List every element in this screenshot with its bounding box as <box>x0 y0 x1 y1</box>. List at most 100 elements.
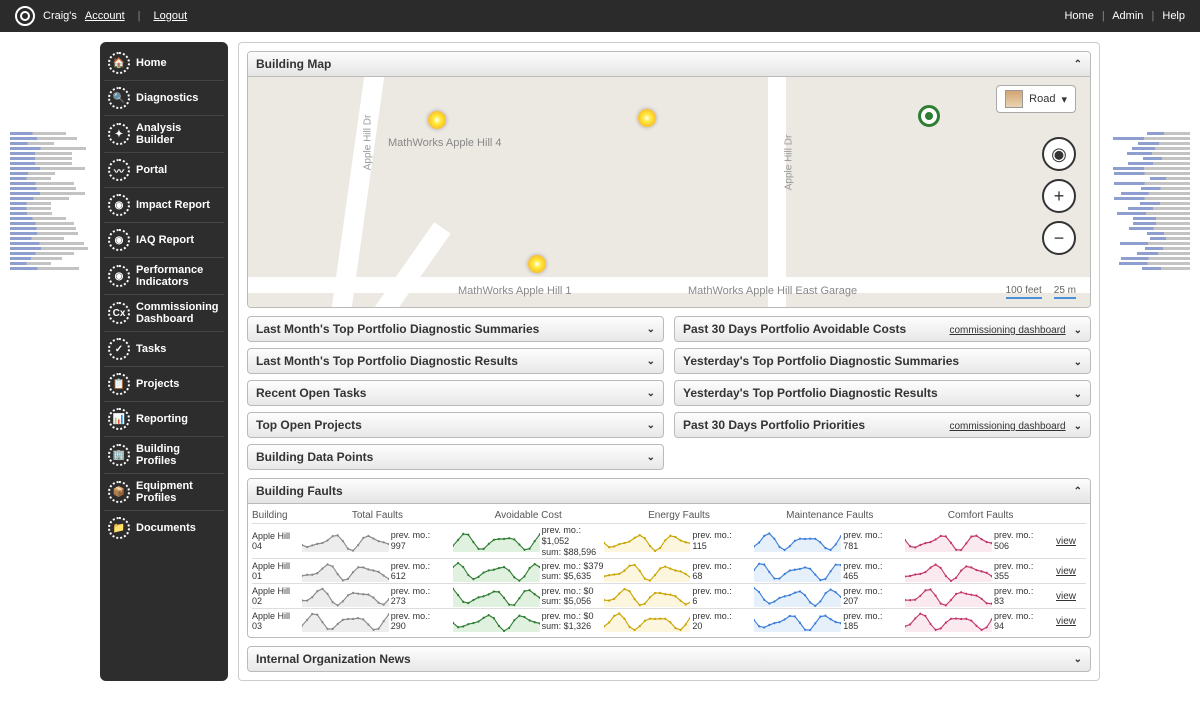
map-type-selector[interactable]: Road ▾ <box>996 85 1076 113</box>
sidebar-item-building-profiles[interactable]: 🏢 Building Profiles <box>104 437 224 474</box>
faults-header-row: Building Total Faults Avoidable Cost Ene… <box>252 508 1086 523</box>
map-marker[interactable] <box>638 109 656 127</box>
view-link[interactable]: view <box>1056 536 1086 547</box>
main-content: Building Map ⌃ Apple Hill Dr Apple Hill … <box>238 42 1100 681</box>
chevron-down-icon: ⌄ <box>1074 389 1082 400</box>
nav-icon: ◉ <box>108 229 130 251</box>
sidebar-item-iaq-report[interactable]: ◉IAQ Report <box>104 223 224 258</box>
cell-building: Apple Hill 03 <box>252 611 302 631</box>
panel-last-month-s-top-portfolio-diagnostic-results[interactable]: Last Month's Top Portfolio Diagnostic Re… <box>247 348 664 374</box>
logo-icon <box>15 6 35 26</box>
sidebar-item-tasks[interactable]: ✓Tasks <box>104 332 224 367</box>
panel-title: Building Map <box>256 57 331 71</box>
panel-building-data-points[interactable]: Building Data Points⌄ <box>247 444 664 470</box>
sidebar-item-home[interactable]: 🏠Home <box>104 46 224 81</box>
sidebar-item-equipment-profiles[interactable]: 📦Equipment Profiles <box>104 474 224 511</box>
panel-top-open-projects[interactable]: Top Open Projects⌄ <box>247 412 664 438</box>
sidebar-item-label: Diagnostics <box>136 92 198 104</box>
panel-title: Yesterday's Top Portfolio Diagnostic Sum… <box>683 354 959 368</box>
panel-yesterday-s-top-portfolio-diagnostic-summaries[interactable]: Yesterday's Top Portfolio Diagnostic Sum… <box>674 348 1091 374</box>
panel-last-month-s-top-portfolio-diagnostic-summaries[interactable]: Last Month's Top Portfolio Diagnostic Su… <box>247 316 664 342</box>
sidebar-item-impact-report[interactable]: ◉Impact Report <box>104 188 224 223</box>
sidebar-item-label: Projects <box>136 378 179 390</box>
map-scale: 100 feet 25 m <box>1006 285 1076 299</box>
sidebar-item-label: Building Profiles <box>136 443 220 467</box>
view-link[interactable]: view <box>1056 566 1086 577</box>
nav-icon: Cx <box>108 302 130 324</box>
nav-admin[interactable]: Admin <box>1112 10 1143 22</box>
col-maint: Maintenance Faults <box>754 510 905 521</box>
map-marker-selected[interactable] <box>918 105 940 127</box>
nav-icon: ◉ <box>108 265 130 287</box>
nav-icon: ✦ <box>108 123 130 145</box>
panel-past-30-days-portfolio-avoidable-costs[interactable]: Past 30 Days Portfolio Avoidable Costsco… <box>674 316 1091 342</box>
panel-news[interactable]: Internal Organization News ⌄ <box>247 646 1091 672</box>
cell-energy: prev. mo.:68 <box>604 560 755 582</box>
nav-home[interactable]: Home <box>1064 10 1093 22</box>
col-total: Total Faults <box>302 510 453 521</box>
sidebar-item-diagnostics[interactable]: 🔍 Diagnostics <box>104 81 224 116</box>
map-marker[interactable] <box>528 255 546 273</box>
col-building: Building <box>252 510 302 521</box>
nav-help[interactable]: Help <box>1162 10 1185 22</box>
right-column: Past 30 Days Portfolio Avoidable Costsco… <box>674 316 1091 470</box>
sidebar-item-portal[interactable]: 〰Portal <box>104 153 224 188</box>
panel-title: Recent Open Tasks <box>256 386 366 400</box>
road-label: Apple Hill Dr <box>362 115 373 171</box>
logout-link[interactable]: Logout <box>154 10 188 22</box>
map-zoom-in-button[interactable]: + <box>1042 179 1076 213</box>
panel-link[interactable]: commissioning dashboard <box>949 421 1065 432</box>
cell-cost: prev. mo.: $1,052sum: $88,596 <box>453 525 604 557</box>
sidebar-item-commissioning-dashboard[interactable]: Cx Commissioning Dashboard <box>104 295 224 332</box>
chevron-down-icon: ⌄ <box>647 452 655 463</box>
map-locate-button[interactable]: ◉ <box>1042 137 1076 171</box>
cell-energy: prev. mo.:6 <box>604 585 755 607</box>
collapse-icon: ⌃ <box>1074 59 1082 70</box>
col-energy: Energy Faults <box>604 510 755 521</box>
map-zoom-out-button[interactable]: − <box>1042 221 1076 255</box>
sidebar-item-performance-indicators[interactable]: ◉Performance Indicators <box>104 258 224 295</box>
chevron-down-icon: ▾ <box>1061 93 1067 106</box>
sidebar-item-label: Home <box>136 57 167 69</box>
panel-yesterday-s-top-portfolio-diagnostic-results[interactable]: Yesterday's Top Portfolio Diagnostic Res… <box>674 380 1091 406</box>
panel-header-faults[interactable]: Building Faults ⌃ <box>248 479 1090 504</box>
panel-past-30-days-portfolio-priorities[interactable]: Past 30 Days Portfolio Prioritiescommiss… <box>674 412 1091 438</box>
cell-total: prev. mo.:997 <box>302 530 453 552</box>
view-link[interactable]: view <box>1056 591 1086 602</box>
topbar-right: Home | Admin | Help <box>1064 10 1185 22</box>
map-type-label: Road <box>1029 93 1055 105</box>
sidebar-item-label: Commissioning Dashboard <box>136 301 220 325</box>
nav-icon: 🏢 <box>108 444 130 466</box>
chevron-down-icon: ⌄ <box>1074 357 1082 368</box>
sidebar-item-projects[interactable]: 📋Projects <box>104 367 224 402</box>
panel-link[interactable]: commissioning dashboard <box>949 325 1065 336</box>
faults-table: Building Total Faults Avoidable Cost Ene… <box>248 504 1090 637</box>
cell-total: prev. mo.:273 <box>302 585 453 607</box>
nav-icon: 🔍 <box>108 87 130 109</box>
sidebar-item-analysis-builder[interactable]: ✦Analysis Builder <box>104 116 224 153</box>
sidebar-item-reporting[interactable]: 📊Reporting <box>104 402 224 437</box>
map-type-icon <box>1005 90 1023 108</box>
panel-header-map[interactable]: Building Map ⌃ <box>248 52 1090 77</box>
cell-comfort: prev. mo.:355 <box>905 560 1056 582</box>
map-canvas[interactable]: Apple Hill Dr Apple Hill Dr MathWorks Ap… <box>248 77 1090 307</box>
nav-icon: 📦 <box>108 481 130 503</box>
fault-row: Apple Hill 02prev. mo.:273prev. mo.: $0s… <box>252 583 1086 608</box>
sidebar-item-label: Documents <box>136 522 196 534</box>
view-link[interactable]: view <box>1056 616 1086 627</box>
sidebar-item-documents[interactable]: 📁 Documents <box>104 511 224 545</box>
cell-maint: prev. mo.:207 <box>754 585 905 607</box>
map-marker[interactable] <box>428 111 446 129</box>
panel-recent-open-tasks[interactable]: Recent Open Tasks⌄ <box>247 380 664 406</box>
account-link[interactable]: Account <box>85 10 125 22</box>
topbar: Craig's Account | Logout Home | Admin | … <box>0 0 1200 32</box>
chevron-down-icon: ⌄ <box>647 324 655 335</box>
cell-maint: prev. mo.:185 <box>754 610 905 632</box>
nav-icon: ◉ <box>108 194 130 216</box>
panel-title: Internal Organization News <box>256 652 411 666</box>
chevron-down-icon: ⌄ <box>1074 421 1082 432</box>
nav-icon: 📁 <box>108 517 130 539</box>
panel-title: Top Open Projects <box>256 418 362 432</box>
map-label-aheg: MathWorks Apple Hill East Garage <box>688 285 857 297</box>
cell-maint: prev. mo.:465 <box>754 560 905 582</box>
